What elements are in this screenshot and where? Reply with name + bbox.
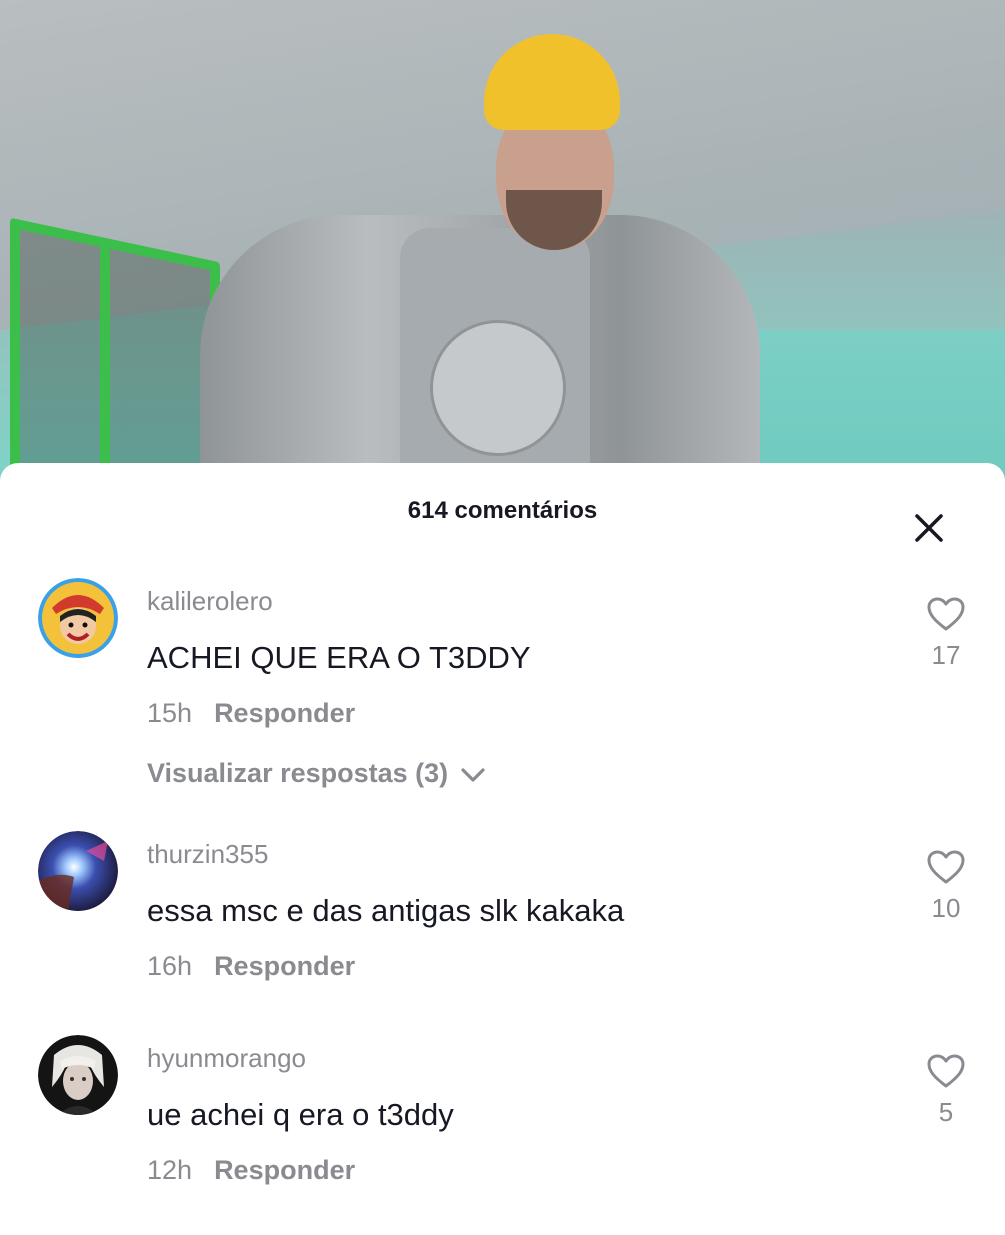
view-replies-button[interactable]: Visualizar respostas (3)	[147, 758, 486, 789]
comment-username[interactable]: thurzin355	[147, 839, 268, 870]
heart-icon	[927, 597, 965, 631]
video-cabinet	[10, 217, 220, 480]
comment-time: 12h	[147, 1155, 193, 1185]
avatar[interactable]	[38, 1035, 118, 1115]
close-icon	[915, 514, 943, 542]
close-button[interactable]	[908, 507, 950, 549]
like-count: 5	[938, 1097, 954, 1127]
comment-username[interactable]: hyunmorango	[147, 1043, 306, 1074]
chevron-down-icon	[461, 768, 485, 782]
comment-time: 16h	[147, 951, 193, 981]
comments-sheet: 614 comentários kalilerolero ACHEI QUE E…	[0, 463, 1005, 1200]
comments-count-title: 614 comentários	[407, 497, 598, 524]
like-count: 10	[931, 893, 961, 923]
like-button[interactable]: 17	[918, 596, 974, 671]
reply-button[interactable]: Responder	[214, 951, 355, 981]
reply-button[interactable]: Responder	[214, 1155, 355, 1185]
comment-meta: 12h Responder	[147, 1155, 355, 1186]
comment-text: ue achei q era o t3ddy	[147, 1097, 454, 1132]
heart-icon	[927, 850, 965, 884]
like-count: 17	[931, 640, 961, 670]
comment-item: kalilerolero ACHEI QUE ERA O T3DDY 15h Re…	[0, 578, 1005, 788]
comment-text: ACHEI QUE ERA O T3DDY	[147, 640, 531, 675]
avatar[interactable]	[38, 831, 118, 911]
video-player[interactable]	[0, 0, 1005, 480]
like-button[interactable]: 10	[918, 849, 974, 924]
comment-text: essa msc e das antigas slk kakaka	[147, 893, 625, 928]
view-replies-label: Visualizar respostas (3)	[147, 758, 449, 788]
comment-username[interactable]: kalilerolero	[147, 586, 273, 617]
reply-button[interactable]: Responder	[214, 698, 355, 728]
avatar[interactable]	[38, 578, 118, 658]
comment-meta: 16h Responder	[147, 951, 355, 982]
comment-meta: 15h Responder	[147, 698, 355, 729]
video-shirt-print	[430, 320, 566, 456]
comment-item: thurzin355 essa msc e das antigas slk ka…	[0, 831, 1005, 1031]
comment-time: 15h	[147, 698, 193, 728]
comment-item: hyunmorango ue achei q era o t3ddy 12h Re…	[0, 1035, 1005, 1235]
heart-icon	[927, 1054, 965, 1088]
like-button[interactable]: 5	[918, 1053, 974, 1128]
